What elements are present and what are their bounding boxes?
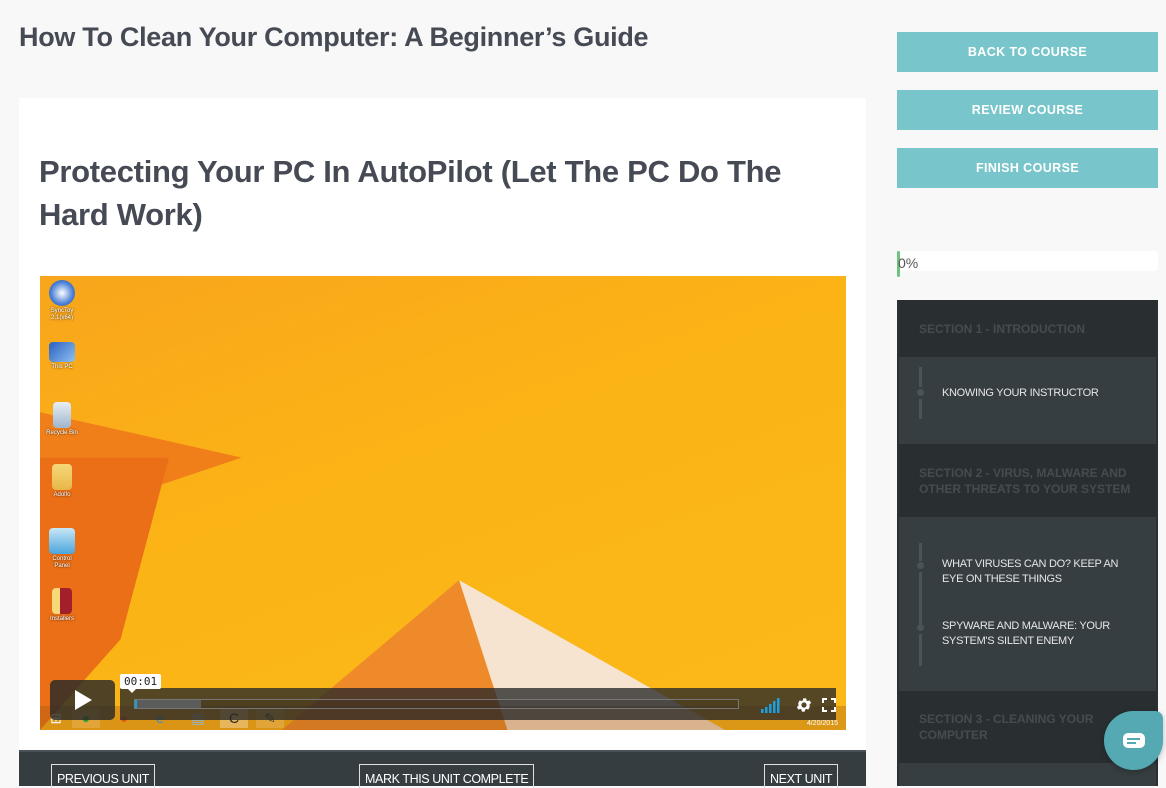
timeline-line [919, 399, 922, 419]
progress-track [897, 251, 1158, 271]
desktop-icon-label: SyncToy 2.1(x64) [50, 308, 74, 321]
play-button[interactable] [50, 680, 115, 720]
section-title: SECTION 3 - CLEANING YOUR COMPUTER [919, 712, 1094, 742]
mark-unit-complete-button[interactable]: MARK THIS UNIT COMPLETE [359, 764, 535, 788]
section-title: SECTION 1 - INTRODUCTION [919, 321, 1086, 336]
video-buffered-bar [135, 700, 202, 708]
video-control-bar [120, 688, 836, 720]
video-time-tooltip: 00:01 [120, 674, 162, 693]
finish-course-button[interactable]: FINISH COURSE [897, 148, 1158, 188]
section-header[interactable]: SECTION 2 - VIRUS, MALWARE AND OTHER THR… [899, 444, 1156, 517]
back-to-course-button[interactable]: BACK TO COURSE [897, 32, 1158, 72]
desktop-icon-synctoy: SyncToy 2.1(x64) [44, 280, 80, 322]
chat-icon [1122, 732, 1145, 748]
taskbar-date: 4/20/2015 [806, 720, 838, 727]
timeline-line [919, 367, 922, 387]
section-units: WHAT VIRUSES CAN DO? KEEP AN EYE ON THES… [899, 517, 1156, 691]
unit-item-spyware-and-malware[interactable]: SPYWARE AND MALWARE: YOUR SYSTEM'S SILEN… [899, 619, 1156, 649]
video-seek-bar[interactable] [134, 699, 739, 709]
unit-title: Protecting Your PC In AutoPilot (Let The… [39, 154, 782, 232]
section-title: SECTION 2 - VIRUS, MALWARE AND OTHER THR… [919, 465, 1131, 496]
progress-percent: 0% [898, 255, 919, 271]
folder-icon [52, 588, 72, 614]
control-panel-icon [49, 528, 75, 554]
unit-content-card: Protecting Your PC In AutoPilot (Let The… [19, 98, 866, 788]
computer-icon [49, 342, 75, 362]
signal-bars-icon[interactable] [760, 696, 782, 714]
desktop-icon-control-panel: Control Panel [44, 528, 80, 570]
desktop-icon-label: Control Panel [52, 556, 72, 569]
desktop-icon-installers: Installers [44, 588, 80, 623]
video-played-bar [135, 700, 137, 708]
synctoy-icon [49, 280, 75, 306]
desktop-icon-this-pc: This PC [44, 342, 80, 371]
chat-widget-button[interactable] [1104, 711, 1163, 770]
unit-item-knowing-your-instructor[interactable]: KNOWING YOUR INSTRUCTOR [899, 386, 1156, 401]
desktop-icon-label: Recycle Bin [46, 430, 78, 436]
unit-navigation-bar: PREVIOUS UNIT MARK THIS UNIT COMPLETE NE… [19, 750, 866, 788]
video-controls: 00:01 [50, 674, 836, 720]
course-curriculum: SECTION 1 - INTRODUCTION KNOWING YOUR IN… [897, 300, 1158, 786]
section-header[interactable]: SECTION 1 - INTRODUCTION [899, 300, 1156, 357]
user-folder-icon [52, 464, 72, 490]
desktop-icon-label: Adolfo [53, 492, 71, 498]
desktop-icon-adolfo: Adolfo [44, 464, 80, 499]
section-units: KNOWING YOUR INSTRUCTOR [899, 357, 1156, 444]
unit-item-what-viruses-can-do[interactable]: WHAT VIRUSES CAN DO? KEEP AN EYE ON THES… [899, 557, 1156, 587]
fullscreen-icon[interactable] [822, 696, 836, 714]
gear-icon[interactable] [795, 696, 813, 714]
review-course-button[interactable]: REVIEW COURSE [897, 90, 1158, 130]
desktop-icon-recycle-bin: Recycle Bin [44, 402, 80, 437]
play-icon [74, 690, 92, 710]
next-unit-button[interactable]: NEXT UNIT [764, 764, 839, 788]
course-title: How To Clean Your Computer: A Beginner’s… [19, 22, 649, 52]
recycle-bin-icon [53, 402, 71, 428]
desktop-icon-label: This PC [51, 364, 73, 370]
video-player[interactable]: SyncToy 2.1(x64) This PC Recycle Bin Ado… [40, 276, 846, 730]
previous-unit-button[interactable]: PREVIOUS UNIT [51, 764, 156, 788]
course-progress-bar: 0% [897, 251, 1158, 277]
desktop-icon-label: Installers [49, 616, 74, 622]
wallpaper-shape [281, 580, 508, 730]
